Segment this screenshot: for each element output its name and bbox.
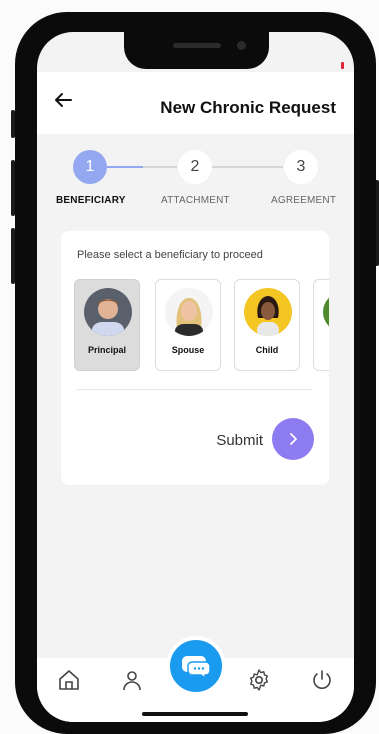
submit-label: Submit	[216, 432, 263, 449]
chevron-right-icon	[290, 433, 297, 445]
speaker	[173, 43, 221, 48]
power-icon[interactable]	[310, 668, 334, 692]
stepper-line-pending	[211, 166, 283, 168]
beneficiary-label: Spouse	[171, 345, 205, 355]
beneficiary-tile-spouse[interactable]: Spouse	[155, 279, 221, 371]
step-label-attachment: ATTACHMENT	[161, 195, 230, 206]
submit-button[interactable]	[272, 418, 314, 460]
page-title: New Chronic Request	[160, 98, 336, 117]
beneficiary-card: Please select a beneficiary to proceed P…	[61, 231, 329, 485]
select-prompt: Please select a beneficiary to proceed	[77, 249, 263, 261]
screen: New Chronic Request 1 2 3 BENEFICIARY AT…	[37, 32, 354, 722]
home-icon[interactable]	[57, 668, 81, 692]
divider	[77, 389, 313, 390]
chat-icon	[182, 656, 211, 680]
avatar	[244, 288, 292, 336]
step-3[interactable]: 3	[284, 150, 318, 184]
beneficiary-tile-partial[interactable]	[313, 279, 329, 371]
home-indicator	[142, 712, 248, 716]
arrow-left-icon[interactable]	[51, 88, 75, 112]
beneficiary-label: Child	[255, 345, 279, 355]
step-label-agreement: AGREEMENT	[271, 195, 337, 206]
avatar	[165, 288, 213, 336]
chat-button[interactable]	[166, 636, 226, 696]
camera	[237, 41, 246, 50]
avatar	[323, 292, 329, 332]
beneficiary-label: Principal	[87, 345, 126, 355]
settings-icon[interactable]	[247, 668, 271, 692]
notch	[124, 32, 269, 69]
avatar	[84, 288, 132, 336]
stepper-line-done	[107, 166, 143, 168]
step-2[interactable]: 2	[178, 150, 212, 184]
status-indicator	[341, 62, 344, 69]
step-label-beneficiary: BENEFICIARY	[56, 195, 126, 206]
profile-icon[interactable]	[120, 668, 144, 692]
phone-frame: New Chronic Request 1 2 3 BENEFICIARY AT…	[15, 12, 376, 734]
app-header: New Chronic Request	[37, 72, 354, 134]
beneficiary-tile-child[interactable]: Child	[234, 279, 300, 371]
beneficiary-tile-principal[interactable]: Principal	[74, 279, 140, 371]
step-1[interactable]: 1	[73, 150, 107, 184]
stepper-line-pending	[143, 166, 177, 168]
